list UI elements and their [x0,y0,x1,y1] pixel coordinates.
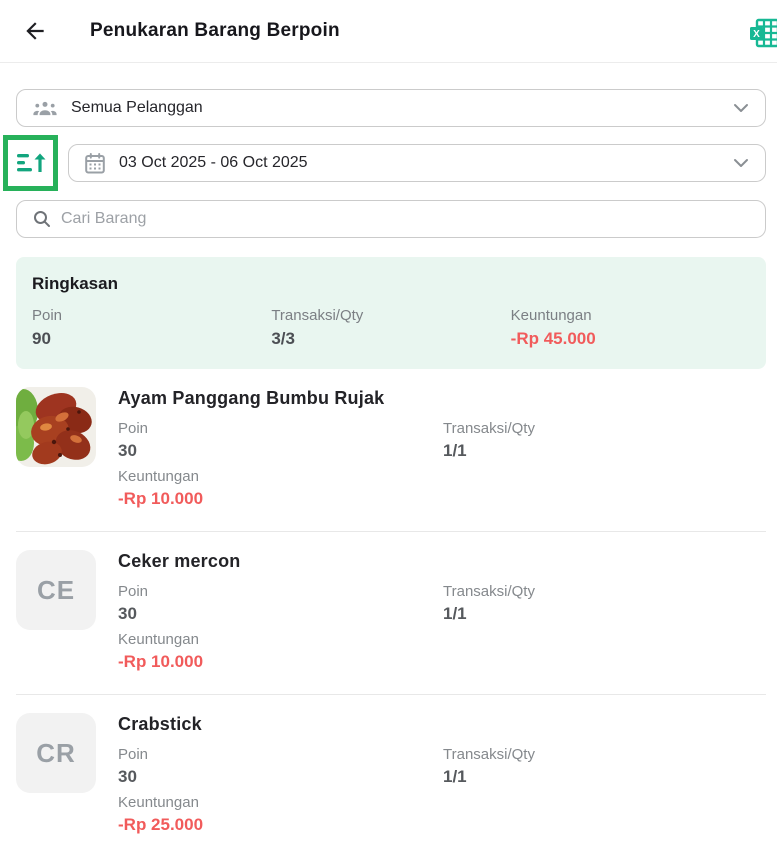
sort-button[interactable] [3,135,58,191]
metric-label: Transaksi/Qty [271,307,510,324]
poin-value: 30 [118,441,443,461]
groups-icon [33,100,57,117]
date-range-dropdown[interactable]: 03 Oct 2025 - 06 Oct 2025 [68,144,766,182]
sort-ascending-icon [16,150,46,176]
app-header: Penukaran Barang Berpoin X [0,0,777,63]
item-col-right: Transaksi/Qty 1/1 [443,420,766,509]
transaksi-label: Transaksi/Qty [443,746,766,763]
summary-title: Ringkasan [32,274,750,294]
summary-metric-poin: Poin 90 [32,307,271,349]
item-metrics: Poin 30 Keuntungan -Rp 10.000 Transaksi/… [118,420,766,509]
transaksi-value: 1/1 [443,604,766,624]
chevron-down-icon [733,158,749,168]
item-body: Ayam Panggang Bumbu Rujak Poin 30 Keuntu… [118,387,766,509]
item-col-left: Poin 30 Keuntungan -Rp 10.000 [118,583,443,672]
metric-label: Keuntungan [511,307,750,324]
search-field[interactable] [16,200,766,238]
item-metrics: Poin 30 Keuntungan -Rp 25.000 Transaksi/… [118,746,766,835]
filters-section: Semua Pelanggan [0,89,777,238]
poin-label: Poin [118,746,443,763]
keuntungan-value: -Rp 10.000 [118,489,443,509]
page-title: Penukaran Barang Berpoin [90,20,340,42]
item-col-right: Transaksi/Qty 1/1 [443,746,766,835]
list-item[interactable]: CE Ceker mercon Poin 30 Keuntungan -Rp 1… [16,532,766,695]
keuntungan-label: Keuntungan [118,631,443,648]
product-initials-avatar: CR [16,713,96,793]
transaksi-label: Transaksi/Qty [443,420,766,437]
list-item[interactable]: CR Crabstick Poin 30 Keuntungan -Rp 25.0… [16,695,766,857]
summary-card: Ringkasan Poin 90 Transaksi/Qty 3/3 Keun… [16,257,766,369]
excel-export-icon: X [748,17,777,49]
summary-metric-transaksi: Transaksi/Qty 3/3 [271,307,510,349]
poin-value: 30 [118,604,443,624]
chevron-down-icon [733,103,749,113]
metric-value-negative: -Rp 45.000 [511,329,750,349]
keuntungan-label: Keuntungan [118,468,443,485]
list-item[interactable]: Ayam Panggang Bumbu Rujak Poin 30 Keuntu… [16,369,766,532]
metric-label: Poin [32,307,271,324]
transaksi-value: 1/1 [443,441,766,461]
calendar-icon [85,153,105,174]
arrow-left-icon [22,18,48,44]
summary-metrics: Poin 90 Transaksi/Qty 3/3 Keuntungan -Rp… [32,307,750,349]
item-col-left: Poin 30 Keuntungan -Rp 25.000 [118,746,443,835]
metric-value: 3/3 [271,329,510,349]
transaksi-value: 1/1 [443,767,766,787]
item-metrics: Poin 30 Keuntungan -Rp 10.000 Transaksi/… [118,583,766,672]
date-range-value: 03 Oct 2025 - 06 Oct 2025 [119,154,733,172]
customer-filter-value: Semua Pelanggan [71,99,733,117]
item-col-left: Poin 30 Keuntungan -Rp 10.000 [118,420,443,509]
date-filter-row: 03 Oct 2025 - 06 Oct 2025 [0,135,777,191]
excel-export-button[interactable]: X [748,17,777,49]
search-input[interactable] [61,210,749,228]
redeemed-items-list: Ayam Panggang Bumbu Rujak Poin 30 Keuntu… [16,369,766,857]
svg-text:X: X [753,29,760,40]
transaksi-label: Transaksi/Qty [443,583,766,600]
metric-value: 90 [32,329,271,349]
poin-value: 30 [118,767,443,787]
customer-filter-dropdown[interactable]: Semua Pelanggan [16,89,766,127]
item-body: Ceker mercon Poin 30 Keuntungan -Rp 10.0… [118,550,766,672]
summary-metric-keuntungan: Keuntungan -Rp 45.000 [511,307,750,349]
item-name: Ayam Panggang Bumbu Rujak [118,388,766,409]
product-initials-avatar: CE [16,550,96,630]
item-col-right: Transaksi/Qty 1/1 [443,583,766,672]
item-name: Ceker mercon [118,551,766,572]
keuntungan-value: -Rp 25.000 [118,815,443,835]
poin-label: Poin [118,420,443,437]
poin-label: Poin [118,583,443,600]
item-body: Crabstick Poin 30 Keuntungan -Rp 25.000 … [118,713,766,835]
keuntungan-value: -Rp 10.000 [118,652,443,672]
item-name: Crabstick [118,714,766,735]
keuntungan-label: Keuntungan [118,794,443,811]
search-icon [33,210,51,228]
back-button[interactable] [20,16,50,46]
product-photo [16,387,96,467]
